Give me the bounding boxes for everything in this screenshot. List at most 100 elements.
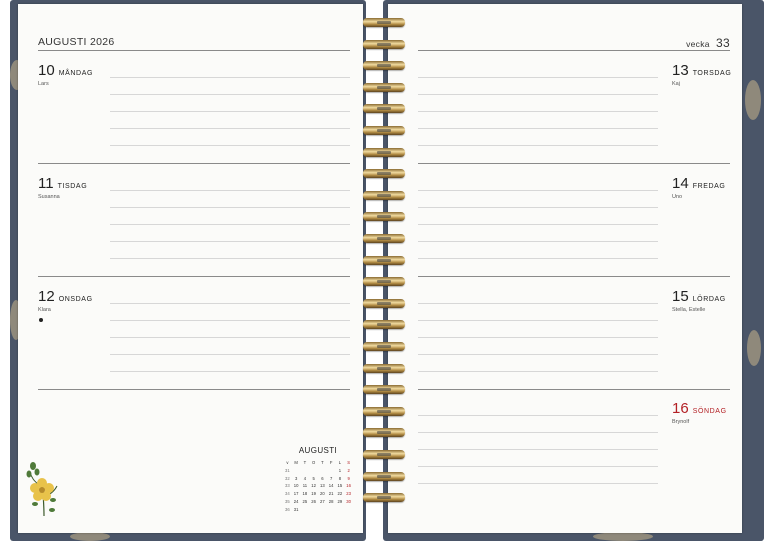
writing-line[interactable] — [110, 337, 350, 338]
spiral-ring — [363, 169, 405, 179]
writing-line[interactable] — [110, 371, 350, 372]
date-cell — [318, 506, 327, 514]
spiral-ring — [363, 61, 405, 71]
date-cell — [327, 506, 336, 514]
day-divider — [418, 163, 730, 164]
cover-pattern — [70, 532, 110, 541]
date-cell — [327, 467, 336, 475]
writing-line[interactable] — [110, 111, 350, 112]
writing-line[interactable] — [110, 128, 350, 129]
writing-line[interactable] — [418, 145, 658, 146]
writing-line[interactable] — [418, 303, 658, 304]
week-number: 33 — [716, 36, 730, 50]
day-number: 11 — [38, 175, 54, 192]
writing-line[interactable] — [110, 303, 350, 304]
day-number: 14 — [672, 175, 689, 192]
writing-line[interactable] — [110, 258, 350, 259]
date-cell — [309, 506, 318, 514]
cover-pattern — [593, 532, 653, 541]
spiral-ring — [363, 255, 405, 265]
writing-line[interactable] — [110, 320, 350, 321]
weekday-header: v — [286, 460, 289, 465]
spiral-ring — [363, 298, 405, 308]
cover-pattern — [747, 330, 761, 366]
writing-line[interactable] — [418, 466, 658, 467]
date-cell: 26 — [311, 498, 316, 504]
week-header: vecka 33 — [686, 36, 730, 50]
writing-line[interactable] — [418, 337, 658, 338]
spiral-ring — [363, 406, 405, 416]
week-number: 35 — [285, 498, 290, 504]
writing-line[interactable] — [110, 354, 350, 355]
date-cell: 8 — [338, 475, 342, 481]
writing-line[interactable] — [110, 190, 350, 191]
writing-line[interactable] — [418, 258, 658, 259]
date-cell: 20 — [320, 491, 325, 497]
date-cell — [318, 467, 327, 475]
writing-line[interactable] — [418, 77, 658, 78]
weekday-header: L — [338, 460, 342, 465]
date-cell: 22 — [337, 491, 343, 497]
name-day: Lars — [38, 81, 49, 87]
week-number: 33 — [285, 483, 290, 489]
spiral-ring — [363, 493, 405, 503]
week-label: vecka — [686, 39, 710, 49]
right-page: vecka 33 13 TORSDAG Kaj 14 FREDAG Uno 15 LÖ… — [388, 4, 742, 533]
spiral-ring — [363, 212, 405, 222]
writing-line[interactable] — [418, 207, 658, 208]
date-cell: 2 — [347, 467, 350, 473]
weekday-header: O — [311, 460, 316, 465]
date-cell: 21 — [328, 491, 334, 497]
day-name: LÖRDAG — [692, 296, 726, 303]
header-rule — [38, 50, 350, 51]
writing-line[interactable] — [418, 241, 658, 242]
day-number: 12 — [38, 288, 55, 305]
date-cell: 10 — [293, 483, 299, 489]
day-block: 14 FREDAG — [672, 175, 725, 193]
date-cell: 9 — [347, 475, 350, 481]
weekday-header: F — [329, 460, 333, 465]
weekday-header: T — [321, 460, 324, 465]
writing-line[interactable] — [418, 415, 658, 416]
writing-line[interactable] — [418, 94, 658, 95]
writing-line[interactable] — [418, 483, 658, 484]
writing-line[interactable] — [418, 224, 658, 225]
week-number: 31 — [285, 467, 290, 473]
spiral-ring — [363, 104, 405, 114]
mini-calendar-week-row: 32 3 4 5 6 7 8 9 — [283, 475, 353, 483]
spiral-ring — [363, 126, 405, 135]
date-cell: 14 — [328, 483, 334, 489]
date-cell: 6 — [321, 475, 324, 481]
event-dot — [39, 318, 43, 322]
day-divider — [418, 276, 730, 277]
writing-line[interactable] — [110, 224, 350, 225]
spiral-ring — [363, 450, 405, 459]
writing-line[interactable] — [418, 354, 658, 355]
writing-line[interactable] — [110, 94, 350, 95]
day-name: SÖNDAG — [692, 408, 727, 415]
mini-calendar: AUGUSTI v M T O T F L S 31 1 2 32 3 4 5 … — [283, 446, 353, 514]
date-cell: 29 — [337, 498, 343, 504]
day-block: 11 TISDAG — [38, 175, 87, 193]
date-cell: 1 — [338, 467, 342, 473]
writing-line[interactable] — [110, 77, 350, 78]
writing-line[interactable] — [418, 111, 658, 112]
writing-line[interactable] — [418, 449, 658, 450]
writing-line[interactable] — [418, 190, 658, 191]
writing-line[interactable] — [418, 432, 658, 433]
weekday-header: T — [303, 460, 307, 465]
mini-calendar-week-row: 35 24 25 26 27 28 29 30 — [283, 498, 353, 506]
writing-line[interactable] — [110, 145, 350, 146]
date-cell: 30 — [346, 498, 351, 504]
day-number: 15 — [672, 288, 689, 305]
writing-line[interactable] — [110, 241, 350, 242]
spiral-ring — [363, 277, 405, 287]
spiral-ring — [363, 147, 405, 157]
writing-line[interactable] — [418, 128, 658, 129]
spiral-ring — [363, 471, 405, 481]
day-divider — [38, 163, 350, 164]
writing-line[interactable] — [110, 207, 350, 208]
day-block: 10 MÅNDAG — [38, 62, 93, 80]
writing-line[interactable] — [418, 371, 658, 372]
writing-line[interactable] — [418, 320, 658, 321]
